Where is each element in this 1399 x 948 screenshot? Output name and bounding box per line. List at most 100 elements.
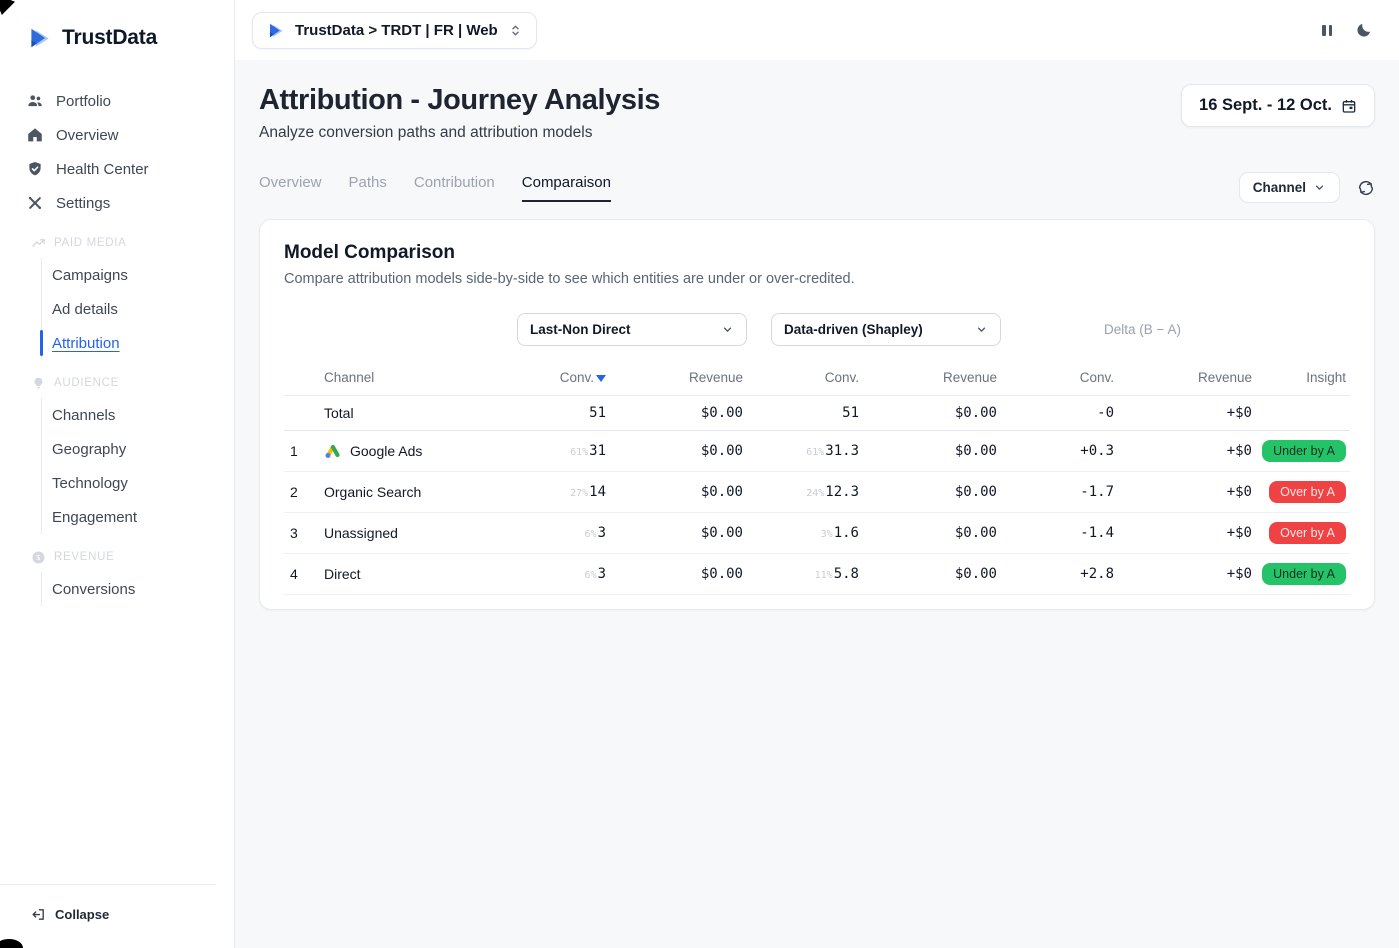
sidebar-item-portfolio[interactable]: Portfolio (0, 84, 234, 118)
trending-up-icon (31, 236, 46, 251)
sidebar-item-label: Channels (52, 407, 115, 424)
workspace-selector-label: TrustData > TRDT | FR | Web (295, 22, 498, 39)
table-row-organic-search[interactable]: 2 Organic Search 27%14 $0.00 24%12.3 $0.… (284, 472, 1350, 513)
channel-name: Organic Search (324, 484, 421, 500)
revenue-b-column-header[interactable]: Revenue (863, 362, 1001, 396)
collapse-label: Collapse (55, 907, 109, 922)
share-a: 6% (585, 529, 597, 540)
insight-badge: Over by A (1269, 481, 1346, 503)
channel-name: Unassigned (324, 525, 398, 541)
sidebar-item-ad-details[interactable]: Ad details (42, 292, 234, 326)
up-down-chevron-icon (508, 23, 523, 38)
row-rank: 3 (284, 513, 318, 554)
revenue-a-column-header[interactable]: Revenue (610, 362, 747, 396)
rank-column-header (284, 362, 318, 396)
conv-b: 1.6 (834, 525, 859, 541)
row-rank: 4 (284, 554, 318, 595)
chevron-down-icon (721, 323, 734, 336)
revenue-delta-column-header[interactable]: Revenue (1118, 362, 1256, 396)
revenue-a: $0.00 (610, 513, 747, 554)
home-icon (26, 126, 44, 144)
sort-desc-icon (596, 375, 606, 382)
date-range-picker[interactable]: 16 Sept. - 12 Oct. (1181, 84, 1375, 127)
trustdata-logo-icon (26, 25, 52, 51)
sidebar-item-label: Campaigns (52, 267, 128, 284)
page-content: Attribution - Journey Analysis Analyze c… (235, 60, 1399, 948)
sidebar-item-technology[interactable]: Technology (42, 466, 234, 500)
collapse-sidebar-button[interactable]: Collapse (0, 885, 234, 948)
conv-b-column-header[interactable]: Conv. (747, 362, 863, 396)
tab-contribution[interactable]: Contribution (414, 174, 495, 202)
calendar-icon (1341, 98, 1357, 114)
dollar-icon: $ (31, 550, 46, 565)
sidebar-section-audience: AUDIENCE (0, 368, 234, 398)
refresh-button[interactable] (1357, 179, 1375, 197)
paid-media-list: Campaigns Ad details Attribution (41, 258, 234, 360)
delta-column-label: Delta (B − A) (1001, 322, 1350, 337)
total-revenue-delta: +$0 (1118, 396, 1256, 431)
channel-column-header[interactable]: Channel (318, 362, 510, 396)
channel-name: Google Ads (350, 443, 422, 459)
sidebar-item-label: Conversions (52, 581, 135, 598)
users-icon (26, 92, 44, 110)
share-b: 11% (815, 570, 833, 581)
dark-mode-toggle[interactable] (1353, 19, 1375, 41)
page-title: Attribution - Journey Analysis (259, 84, 660, 117)
model-a-select[interactable]: Last-Non Direct (517, 313, 747, 346)
table-row-direct[interactable]: 4 Direct 6%3 $0.00 11%5.8 $0.00 +2.8 +$0… (284, 554, 1350, 595)
app-window: TrustData Portfolio Overview Health Cent… (0, 0, 1399, 948)
model-comparison-card: Model Comparison Compare attribution mod… (259, 219, 1375, 610)
sidebar-item-label: Attribution (52, 335, 120, 352)
table-row-google-ads[interactable]: 1 Google Ads 61%31 $0.00 61%31.3 $0.00 +… (284, 431, 1350, 472)
conv-delta: +2.8 (1001, 554, 1118, 595)
sidebar-item-conversions[interactable]: Conversions (42, 572, 234, 606)
table-row-unassigned[interactable]: 3 Unassigned 6%3 $0.00 3%1.6 $0.00 -1.4 … (284, 513, 1350, 554)
share-b: 24% (806, 488, 824, 499)
conv-b: 5.8 (834, 566, 859, 582)
sidebar-item-label: Portfolio (56, 93, 111, 110)
sidebar-item-channels[interactable]: Channels (42, 398, 234, 432)
sidebar-item-health-center[interactable]: Health Center (0, 152, 234, 186)
sidebar-item-overview[interactable]: Overview (0, 118, 234, 152)
model-selectors: Last-Non Direct Data-driven (Shapley) De… (284, 313, 1350, 346)
conv-delta: -1.4 (1001, 513, 1118, 554)
pause-rotation-button[interactable] (1316, 19, 1338, 41)
conv-a: 3 (598, 566, 606, 582)
workspace-selector[interactable]: TrustData > TRDT | FR | Web (252, 12, 537, 49)
row-rank: 1 (284, 431, 318, 472)
revenue-a: $0.00 (610, 472, 747, 513)
model-a-select-value: Last-Non Direct (530, 322, 631, 337)
conv-delta-column-header[interactable]: Conv. (1001, 362, 1118, 396)
table-header-row: Channel Conv. Revenue Conv. Revenue Conv… (284, 362, 1350, 396)
sidebar-item-attribution[interactable]: Attribution (42, 326, 234, 360)
total-revenue-b: $0.00 (863, 396, 1001, 431)
column-label: Conv. (560, 370, 594, 385)
sidebar-item-engagement[interactable]: Engagement (42, 500, 234, 534)
app-logo: TrustData (0, 20, 234, 56)
svg-text:$: $ (36, 553, 41, 562)
sidebar-item-geography[interactable]: Geography (42, 432, 234, 466)
sidebar-section-paid-media: PAID MEDIA (0, 228, 234, 258)
tab-overview[interactable]: Overview (259, 174, 322, 202)
revenue-b: $0.00 (863, 513, 1001, 554)
date-range-label: 16 Sept. - 12 Oct. (1199, 96, 1332, 115)
dimension-dropdown[interactable]: Channel (1239, 172, 1340, 203)
sidebar-item-label: Overview (56, 127, 119, 144)
model-b-select[interactable]: Data-driven (Shapley) (771, 313, 1001, 346)
sidebar-item-label: Settings (56, 195, 110, 212)
total-conv-b: 51 (747, 396, 863, 431)
insight-column-header[interactable]: Insight (1256, 362, 1350, 396)
tab-comparaison[interactable]: Comparaison (522, 174, 611, 202)
moon-icon (1355, 21, 1373, 39)
tab-paths[interactable]: Paths (349, 174, 387, 202)
card-title: Model Comparison (284, 242, 1350, 264)
insight-badge: Under by A (1262, 563, 1346, 585)
sidebar-item-settings[interactable]: Settings (0, 186, 234, 220)
total-conv-a: 51 (510, 396, 610, 431)
page-subtitle: Analyze conversion paths and attribution… (259, 124, 660, 142)
conv-a-column-header[interactable]: Conv. (510, 362, 610, 396)
sidebar-item-campaigns[interactable]: Campaigns (42, 258, 234, 292)
model-b-select-value: Data-driven (Shapley) (784, 322, 923, 337)
main-area: TrustData > TRDT | FR | Web Attribution … (235, 0, 1399, 948)
sidebar-item-label: Geography (52, 441, 126, 458)
